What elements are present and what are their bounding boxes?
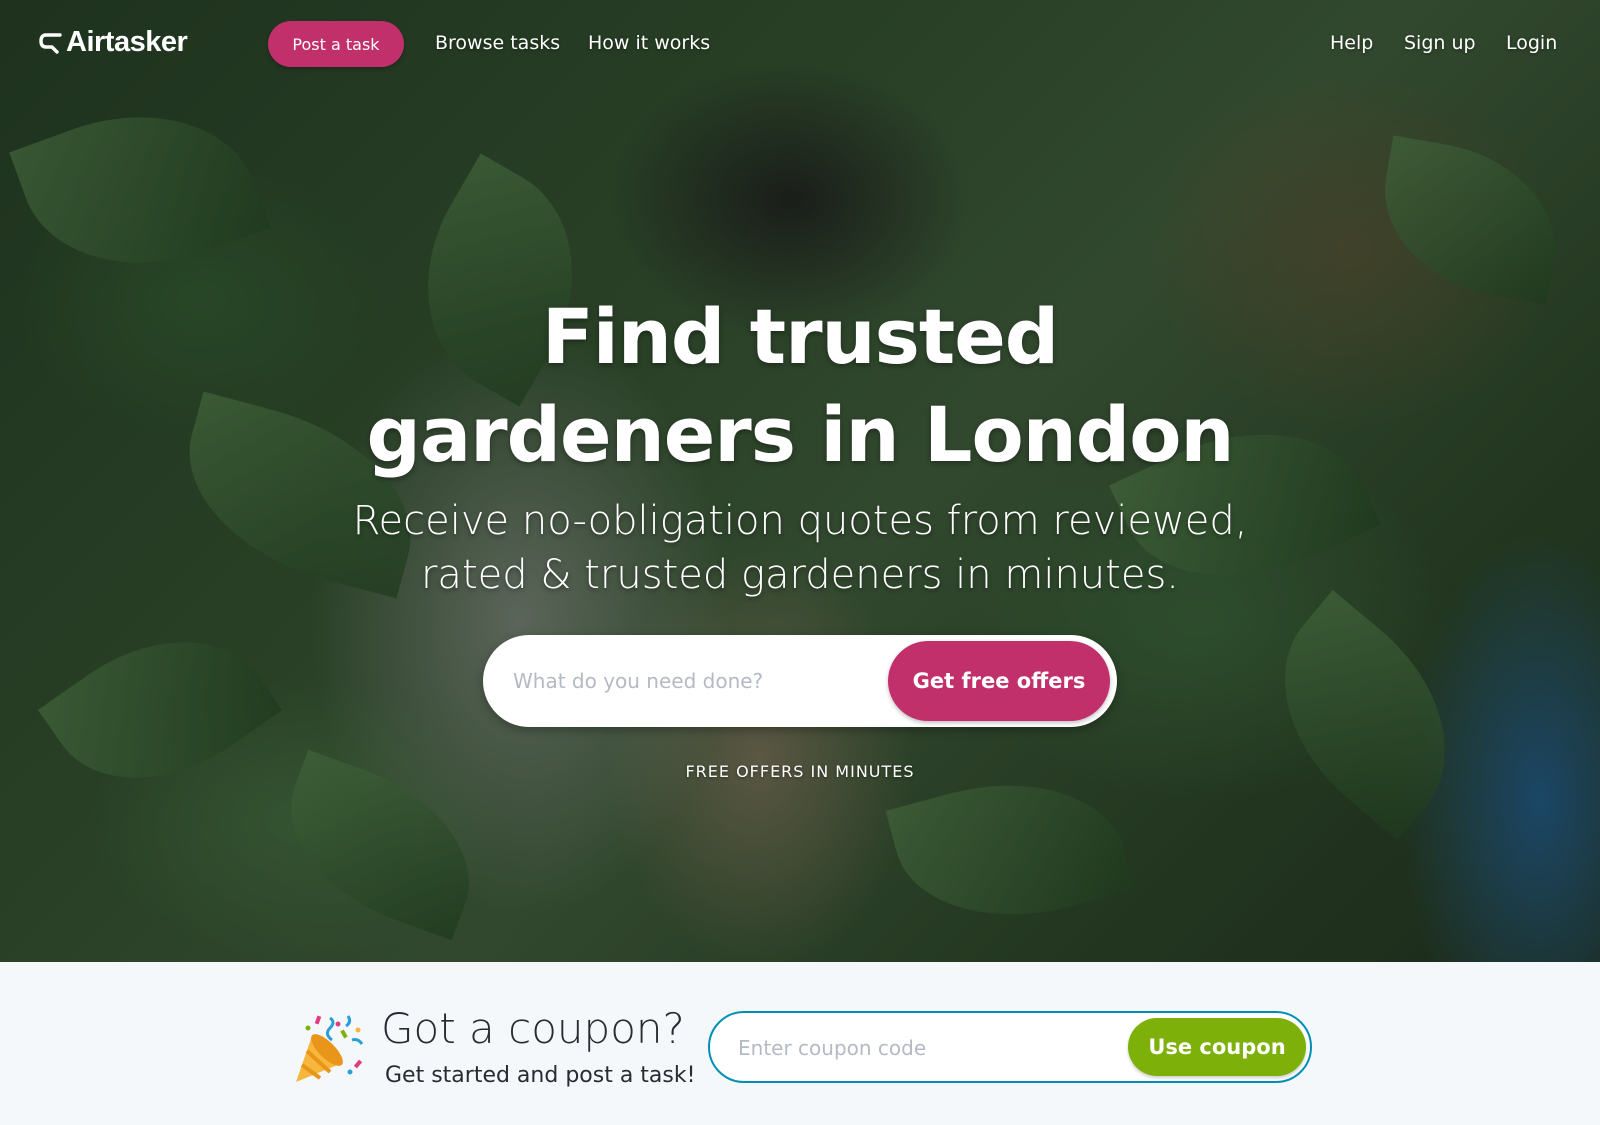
hero-subtitle: Receive no-obligation quotes from review… [0, 494, 1600, 602]
hero-title: Find trusted gardeners in London [0, 288, 1600, 484]
coupon-code-input[interactable] [738, 1031, 1118, 1065]
get-free-offers-button[interactable]: Get free offers [888, 641, 1110, 721]
browse-tasks-link[interactable]: Browse tasks [435, 32, 560, 54]
coupon-form: Use coupon [708, 1011, 1312, 1083]
task-search-input[interactable] [513, 661, 883, 701]
hero-section: Airtasker Post a task Browse tasks How i… [0, 0, 1600, 962]
coupon-title: Got a coupon? [381, 1004, 685, 1053]
how-it-works-link[interactable]: How it works [588, 32, 710, 54]
login-link[interactable]: Login [1506, 32, 1557, 54]
hero-title-line-2: gardeners in London [366, 390, 1234, 479]
airtasker-logo[interactable]: Airtasker [38, 26, 188, 59]
coupon-subtitle: Get started and post a task! [385, 1063, 696, 1088]
sign-up-link[interactable]: Sign up [1404, 32, 1476, 54]
party-popper-icon [296, 1015, 364, 1082]
post-task-button[interactable]: Post a task [268, 21, 404, 67]
hero-subtitle-line-2: rated & trusted gardeners in minutes. [420, 552, 1179, 598]
use-coupon-button[interactable]: Use coupon [1128, 1018, 1306, 1076]
hero-title-line-1: Find trusted [541, 292, 1059, 381]
logo-text: Airtasker [66, 26, 188, 58]
airtasker-logo-icon [39, 32, 62, 54]
top-navigation: Airtasker Post a task Browse tasks How i… [0, 0, 1600, 88]
task-search-bar: Get free offers [483, 635, 1117, 727]
free-offers-note: FREE OFFERS IN MINUTES [685, 762, 915, 781]
hero-subtitle-line-1: Receive no-obligation quotes from review… [352, 498, 1248, 544]
help-link[interactable]: Help [1330, 32, 1373, 54]
